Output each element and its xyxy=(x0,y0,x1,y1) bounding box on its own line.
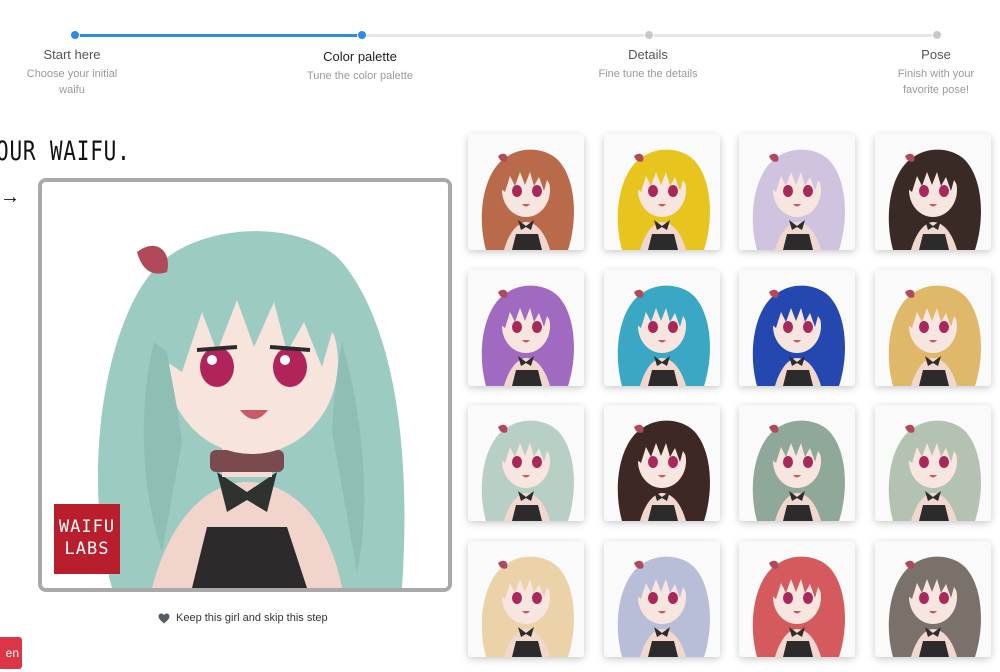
step-title: Start here xyxy=(43,47,101,62)
step-subtitle-line: Choose your initial xyxy=(26,68,118,80)
page-heading: OUR WAIFU. xyxy=(0,136,131,167)
step-dot-color-palette[interactable] xyxy=(357,30,367,40)
logo-text-line: WAIFU xyxy=(58,517,116,537)
portrait-thumbnail xyxy=(468,405,584,521)
palette-option-tile[interactable] xyxy=(875,270,991,386)
palette-option-tile[interactable] xyxy=(739,270,855,386)
palette-option-tile[interactable] xyxy=(875,541,991,657)
portrait-thumbnail xyxy=(468,541,584,657)
step-title: Details xyxy=(628,47,668,62)
portrait-thumbnail xyxy=(739,541,855,657)
portrait-thumbnail xyxy=(739,270,855,386)
portrait-thumbnail xyxy=(875,405,991,521)
step-subtitle: Choose your initial waifu xyxy=(2,66,142,98)
portrait-thumbnail xyxy=(604,541,720,657)
step-color-palette[interactable]: Color palette Tune the color palette xyxy=(290,48,430,84)
progress-stepper: Start here Choose your initial waifu Col… xyxy=(0,0,1000,110)
step-details[interactable]: Details Fine tune the details xyxy=(578,46,718,82)
portrait-thumbnail xyxy=(875,134,991,250)
palette-option-tile[interactable] xyxy=(739,405,855,521)
stepper-track-done xyxy=(75,34,362,37)
palette-option-tile[interactable] xyxy=(468,270,584,386)
palette-option-tile[interactable] xyxy=(739,134,855,250)
step-subtitle: Finish with your favorite pose! xyxy=(866,66,1000,98)
action-button[interactable]: en xyxy=(0,637,22,669)
palette-option-tile[interactable] xyxy=(604,270,720,386)
palette-option-tile[interactable] xyxy=(604,134,720,250)
palette-option-tile[interactable] xyxy=(468,405,584,521)
step-start[interactable]: Start here Choose your initial waifu xyxy=(2,46,142,98)
step-dot-details[interactable] xyxy=(644,30,654,40)
palette-option-tile[interactable] xyxy=(604,541,720,657)
step-dot-pose[interactable] xyxy=(932,30,942,40)
portrait-thumbnail xyxy=(604,270,720,386)
step-dot-start[interactable] xyxy=(70,30,80,40)
step-subtitle-line: favorite pose! xyxy=(902,84,970,96)
step-subtitle-line: Finish with your xyxy=(897,68,975,80)
step-pose[interactable]: Pose Finish with your favorite pose! xyxy=(866,46,1000,98)
portrait-thumbnail xyxy=(604,134,720,250)
arrow-right-icon: → xyxy=(0,186,20,208)
palette-option-tile[interactable] xyxy=(468,541,584,657)
portrait-thumbnail xyxy=(604,405,720,521)
palette-option-tile[interactable] xyxy=(739,541,855,657)
palette-option-tile[interactable] xyxy=(875,134,991,250)
heart-icon xyxy=(158,613,170,623)
keep-label: Keep this girl and skip this step xyxy=(176,612,328,624)
portrait-thumbnail xyxy=(739,134,855,250)
portrait-thumbnail xyxy=(875,270,991,386)
palette-option-tile[interactable] xyxy=(875,405,991,521)
portrait-thumbnail xyxy=(468,270,584,386)
waifu-labs-logo: WAIFU LABS xyxy=(54,504,120,574)
keep-and-skip-link[interactable]: Keep this girl and skip this step xyxy=(158,612,328,624)
step-title: Color palette xyxy=(323,49,397,64)
portrait-thumbnail xyxy=(875,541,991,657)
step-title: Pose xyxy=(921,47,951,62)
palette-option-tile[interactable] xyxy=(604,405,720,521)
step-subtitle-line: waifu xyxy=(59,84,85,96)
current-waifu-portrait: WAIFU LABS xyxy=(38,178,452,592)
palette-option-tile[interactable] xyxy=(468,134,584,250)
logo-text-line: LABS xyxy=(64,539,110,559)
step-subtitle: Fine tune the details xyxy=(598,68,698,80)
step-subtitle: Tune the color palette xyxy=(307,70,413,82)
portrait-thumbnail xyxy=(739,405,855,521)
portrait-thumbnail xyxy=(468,134,584,250)
